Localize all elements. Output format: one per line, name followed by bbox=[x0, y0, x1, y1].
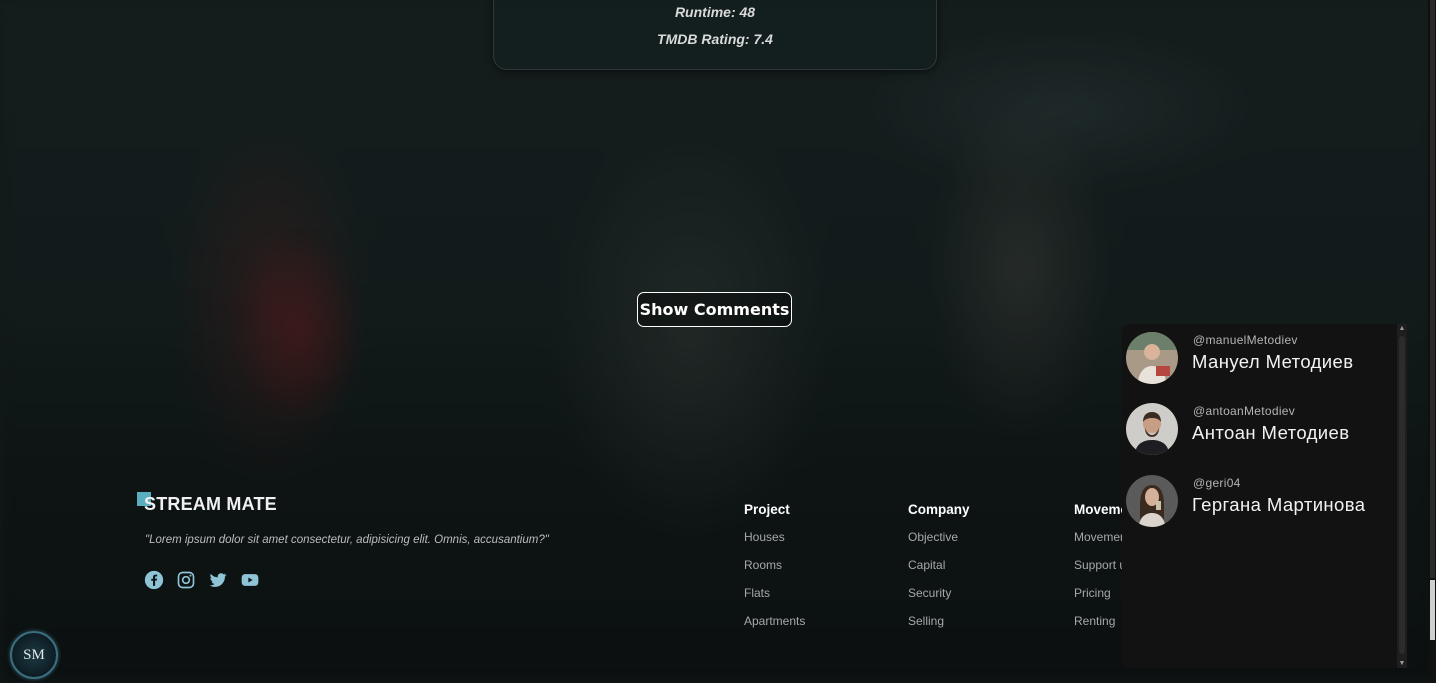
friend-item[interactable]: @geri04 Гергана Мартинова bbox=[1126, 472, 1391, 528]
movie-info-card: Runtime: 48 TMDB Rating: 7.4 bbox=[493, 0, 937, 70]
avatar bbox=[1126, 403, 1178, 455]
footer-link[interactable]: Apartments bbox=[744, 613, 805, 641]
footer-link[interactable]: Houses bbox=[744, 529, 805, 557]
friend-item[interactable]: @manuelMetodiev Мануел Методиев bbox=[1126, 329, 1391, 385]
footer-link[interactable]: Capital bbox=[908, 557, 970, 585]
footer-link[interactable]: Objective bbox=[908, 529, 970, 557]
social-links bbox=[144, 570, 260, 590]
page-scroll-track bbox=[1430, 0, 1435, 578]
instagram-icon[interactable] bbox=[176, 570, 196, 590]
footer-column-title: Company bbox=[908, 502, 970, 517]
friend-handle: @manuelMetodiev bbox=[1193, 333, 1298, 347]
friend-name: Антоан Методиев bbox=[1192, 422, 1350, 443]
scroll-thumb[interactable] bbox=[1399, 336, 1405, 654]
facebook-icon[interactable] bbox=[144, 570, 164, 590]
friend-handle: @geri04 bbox=[1193, 476, 1241, 490]
footer-column-title: Moveme bbox=[1074, 502, 1129, 517]
footer-column-project: Project Houses Rooms Flats Apartments bbox=[744, 502, 805, 641]
footer-link[interactable]: Security bbox=[908, 585, 970, 613]
show-comments-button[interactable]: Show Comments bbox=[637, 292, 792, 327]
footer-column-movement: Moveme Movemer Support u Pricing Renting bbox=[1074, 502, 1128, 641]
footer-brand: STREAM MATE bbox=[144, 494, 277, 514]
avatar bbox=[1126, 332, 1178, 384]
stream-mate-logo[interactable]: SM bbox=[10, 631, 58, 679]
scroll-down-icon[interactable]: ▼ bbox=[1397, 660, 1407, 667]
page-scroll-thumb[interactable] bbox=[1430, 580, 1435, 640]
footer-link[interactable]: Movemer bbox=[1074, 529, 1128, 557]
youtube-icon[interactable] bbox=[240, 570, 260, 590]
rating-text: TMDB Rating: 7.4 bbox=[657, 31, 773, 47]
footer-link[interactable]: Support u bbox=[1074, 557, 1128, 585]
avatar bbox=[1126, 475, 1178, 527]
scroll-up-icon[interactable]: ▲ bbox=[1397, 325, 1407, 332]
footer-column-company: Company Objective Capital Security Selli… bbox=[908, 502, 970, 641]
friends-panel-scrollbar[interactable]: ▲ ▼ bbox=[1397, 324, 1407, 668]
footer-link[interactable]: Rooms bbox=[744, 557, 805, 585]
runtime-text: Runtime: 48 bbox=[674, 4, 756, 20]
friend-item[interactable]: @antoanMetodiev Антоан Методиев bbox=[1126, 400, 1391, 456]
footer-link[interactable]: Renting bbox=[1074, 613, 1128, 641]
friends-panel: @manuelMetodiev Мануел Методиев @antoanM… bbox=[1122, 324, 1398, 668]
footer-tagline: "Lorem ipsum dolor sit amet consectetur,… bbox=[145, 534, 549, 546]
friend-handle: @antoanMetodiev bbox=[1193, 404, 1296, 418]
footer-column-title: Project bbox=[744, 502, 790, 517]
twitter-icon[interactable] bbox=[208, 570, 228, 590]
friend-name: Гергана Мартинова bbox=[1192, 494, 1366, 515]
footer-link[interactable]: Pricing bbox=[1074, 585, 1128, 613]
friend-name: Мануел Методиев bbox=[1192, 351, 1354, 372]
footer-link[interactable]: Selling bbox=[908, 613, 970, 641]
footer-link[interactable]: Flats bbox=[744, 585, 805, 613]
